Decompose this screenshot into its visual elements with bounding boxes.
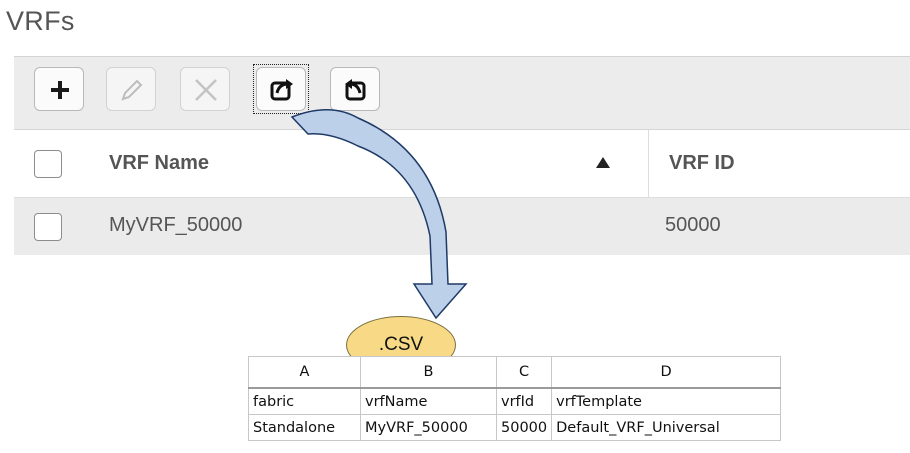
spreadsheet-cell: fabric — [248, 387, 361, 415]
spreadsheet-column-letters: A B C D — [248, 356, 782, 389]
column-header-vrf-id[interactable]: VRF ID — [669, 152, 735, 175]
csv-spreadsheet-preview: A B C D fabric vrfName vrfId vrfTemplate… — [248, 356, 782, 441]
spreadsheet-cell: vrfTemplate — [551, 387, 782, 415]
column-letter: A — [248, 356, 361, 389]
import-icon — [345, 79, 366, 101]
row-checkbox[interactable] — [34, 213, 62, 241]
toolbar — [14, 57, 910, 130]
table-header-row: VRF Name VRF ID — [14, 130, 910, 198]
table-row[interactable]: MyVRF_50000 50000 — [14, 198, 910, 255]
edit-button[interactable] — [106, 67, 156, 111]
select-all-checkbox[interactable] — [34, 150, 62, 178]
vrf-name-cell: MyVRF_50000 — [109, 214, 243, 236]
column-header-vrf-name[interactable]: VRF Name — [109, 152, 209, 175]
vrf-id-cell: 50000 — [665, 214, 721, 236]
close-icon — [195, 79, 217, 101]
spreadsheet-cell: MyVRF_50000 — [360, 414, 497, 441]
export-icon — [270, 79, 293, 101]
spreadsheet-row: Standalone MyVRF_50000 50000 Default_VRF… — [248, 414, 782, 441]
sort-ascending-icon[interactable] — [596, 157, 610, 168]
export-button[interactable] — [253, 64, 309, 114]
column-letter: B — [360, 356, 497, 389]
import-button[interactable] — [330, 67, 380, 111]
column-letter: C — [495, 356, 553, 389]
spreadsheet-cell: Default_VRF_Universal — [551, 414, 782, 441]
spreadsheet-row: fabric vrfName vrfId vrfTemplate — [248, 387, 782, 415]
column-letter: D — [551, 356, 782, 389]
spreadsheet-cell: Standalone — [248, 414, 361, 441]
add-button[interactable] — [34, 67, 84, 111]
pencil-icon — [121, 79, 143, 101]
spreadsheet-cell: 50000 — [495, 414, 553, 441]
spreadsheet-cell: vrfId — [495, 387, 553, 415]
spreadsheet-cell: vrfName — [360, 387, 497, 415]
plus-icon — [51, 81, 69, 99]
delete-button[interactable] — [180, 67, 230, 111]
vrf-table-panel: VRF Name VRF ID MyVRF_50000 50000 — [14, 56, 910, 272]
column-divider — [648, 130, 649, 197]
page-title: VRFs — [6, 6, 75, 36]
